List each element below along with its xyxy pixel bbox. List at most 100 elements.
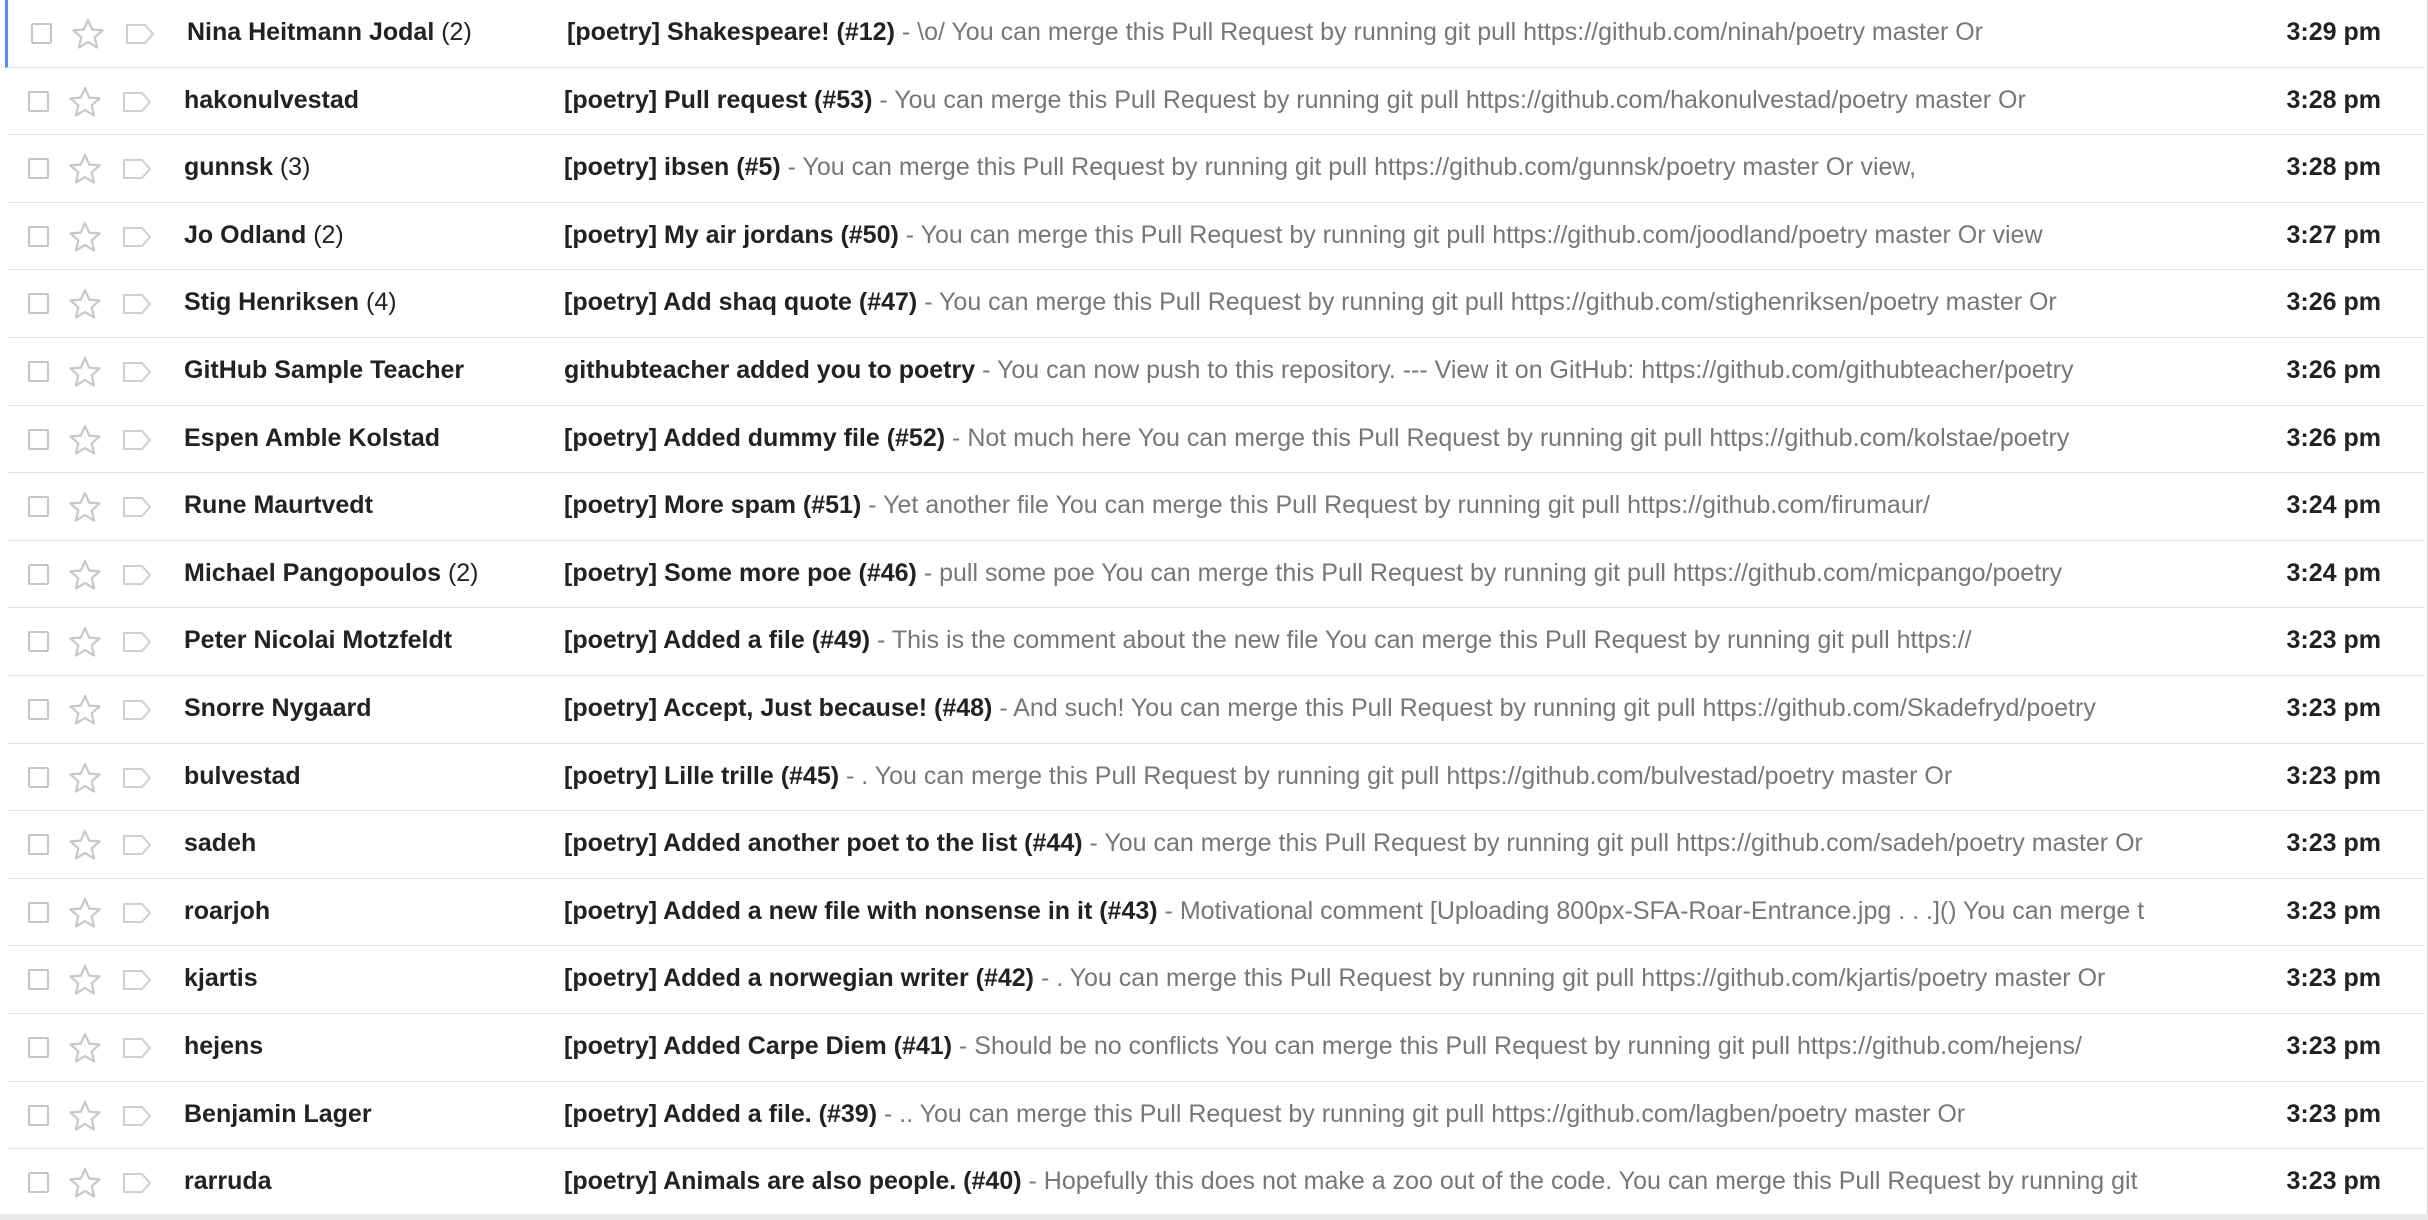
checkbox-icon[interactable] [28, 91, 49, 112]
sender-name: Peter Nicolai Motzfeldt [184, 626, 453, 654]
importance-marker-icon[interactable] [125, 23, 155, 45]
message-preview: [poetry] Added dummy file (#52) - Not mu… [564, 422, 2222, 454]
checkbox-icon[interactable] [28, 226, 49, 247]
email-row[interactable]: Stig Henriksen (4) [poetry] Add shaq quot… [8, 270, 2424, 338]
email-row[interactable]: Peter Nicolai Motzfeldt [poetry] Added a … [8, 608, 2424, 676]
email-row[interactable]: sadeh [poetry] Added another poet to the … [8, 811, 2424, 879]
star-icon[interactable] [68, 1100, 102, 1132]
importance-marker-icon[interactable] [122, 767, 152, 789]
importance-marker-icon[interactable] [122, 91, 152, 113]
checkbox-icon[interactable] [28, 1172, 49, 1193]
checkbox-icon[interactable] [31, 23, 52, 44]
snippet: You can merge this Pull Request by runni… [920, 221, 2043, 249]
checkbox-icon[interactable] [28, 834, 49, 855]
email-row[interactable]: GitHub Sample Teacher githubteacher added… [8, 338, 2424, 406]
checkbox-icon[interactable] [28, 496, 49, 517]
importance-marker-icon[interactable] [122, 902, 152, 924]
importance-marker-icon[interactable] [122, 1172, 152, 1194]
star-icon[interactable] [68, 153, 102, 185]
star-icon[interactable] [68, 491, 102, 523]
email-row[interactable]: Nina Heitmann Jodal (2) [poetry] Shakespe… [5, 0, 2424, 68]
importance-marker-icon[interactable] [122, 969, 152, 991]
checkbox-icon[interactable] [28, 902, 49, 923]
star-icon[interactable] [68, 1167, 102, 1199]
email-row[interactable]: hejens [poetry] Added Carpe Diem (#41) - … [8, 1014, 2424, 1082]
thread-count: (4) [366, 288, 397, 316]
star-icon[interactable] [68, 559, 102, 591]
received-time: 3:26 pm [2286, 288, 2381, 316]
received-time: 3:24 pm [2286, 491, 2381, 519]
list-bottom-divider [0, 1214, 2428, 1220]
star-icon[interactable] [68, 424, 102, 456]
email-row[interactable]: roarjoh [poetry] Added a new file with no… [8, 879, 2424, 946]
importance-marker-icon[interactable] [122, 158, 152, 180]
snippet: Yet another file You can merge this Pull… [883, 491, 1930, 519]
checkbox-icon[interactable] [28, 293, 49, 314]
received-time: 3:23 pm [2286, 1100, 2381, 1128]
snippet: And such! You can merge this Pull Reques… [1013, 694, 2096, 722]
importance-marker-icon[interactable] [122, 699, 152, 721]
checkbox-icon[interactable] [28, 969, 49, 990]
sender: bulvestad [184, 760, 544, 792]
subject: [poetry] Added Carpe Diem (#41) [564, 1032, 953, 1060]
star-icon[interactable] [68, 626, 102, 658]
snippet: . You can merge this Pull Request by run… [861, 762, 1953, 790]
checkbox-icon[interactable] [28, 429, 49, 450]
importance-marker-icon[interactable] [122, 226, 152, 248]
checkbox-icon[interactable] [28, 1105, 49, 1126]
received-time: 3:23 pm [2286, 829, 2381, 857]
importance-marker-icon[interactable] [122, 564, 152, 586]
snippet: Motivational comment [Uploading 800px-SF… [1179, 897, 2145, 925]
importance-marker-icon[interactable] [122, 1105, 152, 1127]
star-icon[interactable] [68, 86, 102, 118]
email-row[interactable]: Benjamin Lager [poetry] Added a file. (#3… [8, 1082, 2424, 1149]
message-preview: [poetry] Shakespeare! (#12) - \o/ You ca… [567, 16, 2225, 48]
received-time: 3:26 pm [2286, 424, 2381, 452]
email-row[interactable]: hakonulvestad [poetry] Pull request (#53)… [8, 68, 2424, 135]
checkbox-icon[interactable] [28, 767, 49, 788]
subject: [poetry] Added a norwegian writer (#42) [564, 964, 1034, 992]
email-row[interactable]: kjartis [poetry] Added a norwegian writer… [8, 946, 2424, 1014]
message-preview: [poetry] Added Carpe Diem (#41) - Should… [564, 1030, 2222, 1062]
snippet-separator: - [883, 1100, 893, 1128]
importance-marker-icon[interactable] [122, 293, 152, 315]
email-row[interactable]: rarruda [poetry] Animals are also people.… [8, 1149, 2424, 1217]
star-icon[interactable] [68, 964, 102, 996]
message-preview: [poetry] ibsen (#5) - You can merge this… [564, 151, 2222, 183]
checkbox-icon[interactable] [28, 631, 49, 652]
message-preview: [poetry] Added a norwegian writer (#42) … [564, 962, 2222, 994]
star-icon[interactable] [68, 221, 102, 253]
star-icon[interactable] [68, 356, 102, 388]
sender: Peter Nicolai Motzfeldt [184, 624, 544, 656]
email-row[interactable]: Jo Odland (2) [poetry] My air jordans (#5… [8, 203, 2424, 270]
star-icon[interactable] [68, 829, 102, 861]
checkbox-icon[interactable] [28, 1037, 49, 1058]
received-time: 3:27 pm [2286, 221, 2381, 249]
star-icon[interactable] [68, 694, 102, 726]
checkbox-icon[interactable] [28, 699, 49, 720]
email-row[interactable]: gunnsk (3) [poetry] ibsen (#5) - You can … [8, 135, 2424, 203]
importance-marker-icon[interactable] [122, 631, 152, 653]
snippet-separator: - [879, 86, 888, 114]
email-row[interactable]: Rune Maurtvedt [poetry] More spam (#51) -… [8, 473, 2424, 541]
email-row[interactable]: Michael Pangopoulos (2) [poetry] Some mor… [8, 541, 2424, 608]
importance-marker-icon[interactable] [122, 834, 152, 856]
importance-marker-icon[interactable] [122, 361, 152, 383]
subject: [poetry] Shakespeare! (#12) [567, 18, 895, 46]
email-row[interactable]: Espen Amble Kolstad [poetry] Added dummy … [8, 406, 2424, 473]
star-icon[interactable] [71, 18, 105, 50]
importance-marker-icon[interactable] [122, 429, 152, 451]
star-icon[interactable] [68, 288, 102, 320]
snippet: You can merge this Pull Request by runni… [894, 86, 2026, 114]
subject: [poetry] Added another poet to the list … [564, 829, 1083, 857]
star-icon[interactable] [68, 762, 102, 794]
checkbox-icon[interactable] [28, 564, 49, 585]
email-row[interactable]: Snorre Nygaard [poetry] Accept, Just beca… [8, 676, 2424, 744]
star-icon[interactable] [68, 897, 102, 929]
checkbox-icon[interactable] [28, 158, 49, 179]
email-row[interactable]: bulvestad [poetry] Lille trille (#45) - .… [8, 744, 2424, 811]
checkbox-icon[interactable] [28, 361, 49, 382]
importance-marker-icon[interactable] [122, 496, 152, 518]
star-icon[interactable] [68, 1032, 102, 1064]
importance-marker-icon[interactable] [122, 1037, 152, 1059]
